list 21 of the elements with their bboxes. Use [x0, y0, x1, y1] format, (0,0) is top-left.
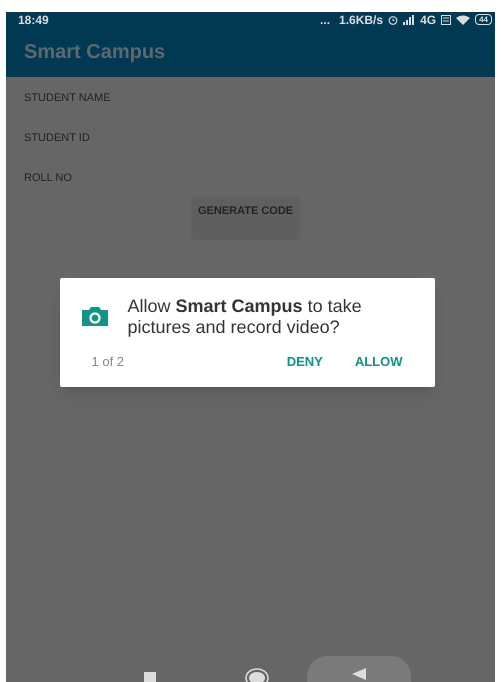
field-label: STUDENT NAME: [24, 91, 112, 105]
alarm-icon: [388, 14, 398, 24]
network-speed: 1.6KB/s: [339, 12, 384, 28]
app-title: Smart Campus: [24, 40, 166, 65]
camera-icon: [82, 306, 108, 326]
dialog-button[interactable]: ALLOW: [354, 352, 402, 371]
battery-level: 44: [475, 14, 492, 25]
signal-icon: [403, 14, 416, 24]
field-label: STUDENT ID: [24, 131, 91, 145]
back-button[interactable]: [307, 656, 411, 682]
home-icon[interactable]: [245, 668, 269, 682]
network-type: 4G: [420, 12, 436, 28]
field-label: ROLL NO: [24, 171, 73, 185]
dialog-button[interactable]: DENY: [286, 352, 323, 371]
wifi-icon: [456, 14, 470, 24]
generate-code-button[interactable]: GENERATE CODE: [192, 197, 300, 238]
back-icon: [352, 668, 366, 680]
permission-counter: 1 of 2: [92, 352, 126, 370]
status-dots: ...: [320, 12, 330, 28]
permission-message: Allow Smart Campus to take pictures and record video?: [128, 296, 363, 338]
status-time: 18:49: [18, 12, 49, 28]
